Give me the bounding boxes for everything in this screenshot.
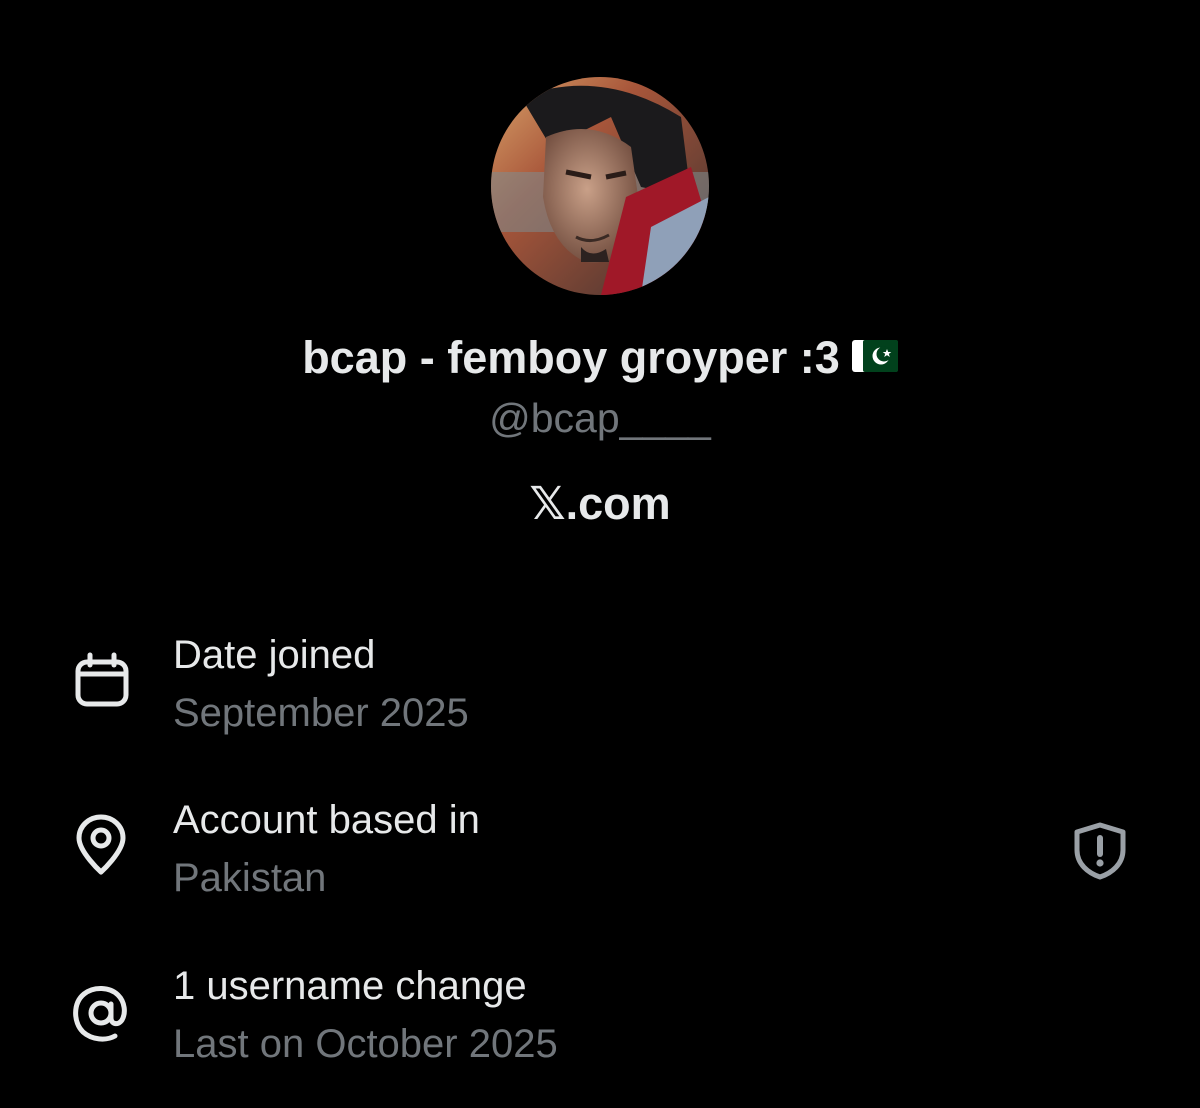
location-pin-icon	[70, 814, 132, 876]
profile-avatar[interactable]	[491, 77, 709, 295]
calendar-icon	[70, 651, 132, 713]
shield-alert-icon[interactable]	[1072, 822, 1128, 880]
account-based-in-row: Account based in Pakistan	[0, 796, 1200, 916]
x-com-brand: 𝕏.com	[529, 478, 671, 529]
date-joined-label: Date joined	[173, 633, 376, 677]
date-joined-value: September 2025	[173, 691, 469, 735]
account-based-in-value: Pakistan	[173, 856, 327, 900]
avatar-image	[491, 77, 709, 295]
date-joined-row: Date joined September 2025	[0, 631, 1200, 751]
profile-handle: @bcap____	[489, 395, 711, 441]
account-based-in-label: Account based in	[173, 798, 480, 842]
username-change-row: 1 username change Last on October 2025	[0, 962, 1200, 1082]
profile-display-name: bcap - femboy groyper :3	[0, 330, 1200, 389]
display-name-text: bcap - femboy groyper :3	[302, 332, 840, 383]
username-change-value: Last on October 2025	[173, 1022, 558, 1066]
username-change-label: 1 username change	[173, 964, 527, 1008]
pakistan-flag-icon	[851, 329, 898, 385]
at-sign-icon	[70, 982, 132, 1044]
